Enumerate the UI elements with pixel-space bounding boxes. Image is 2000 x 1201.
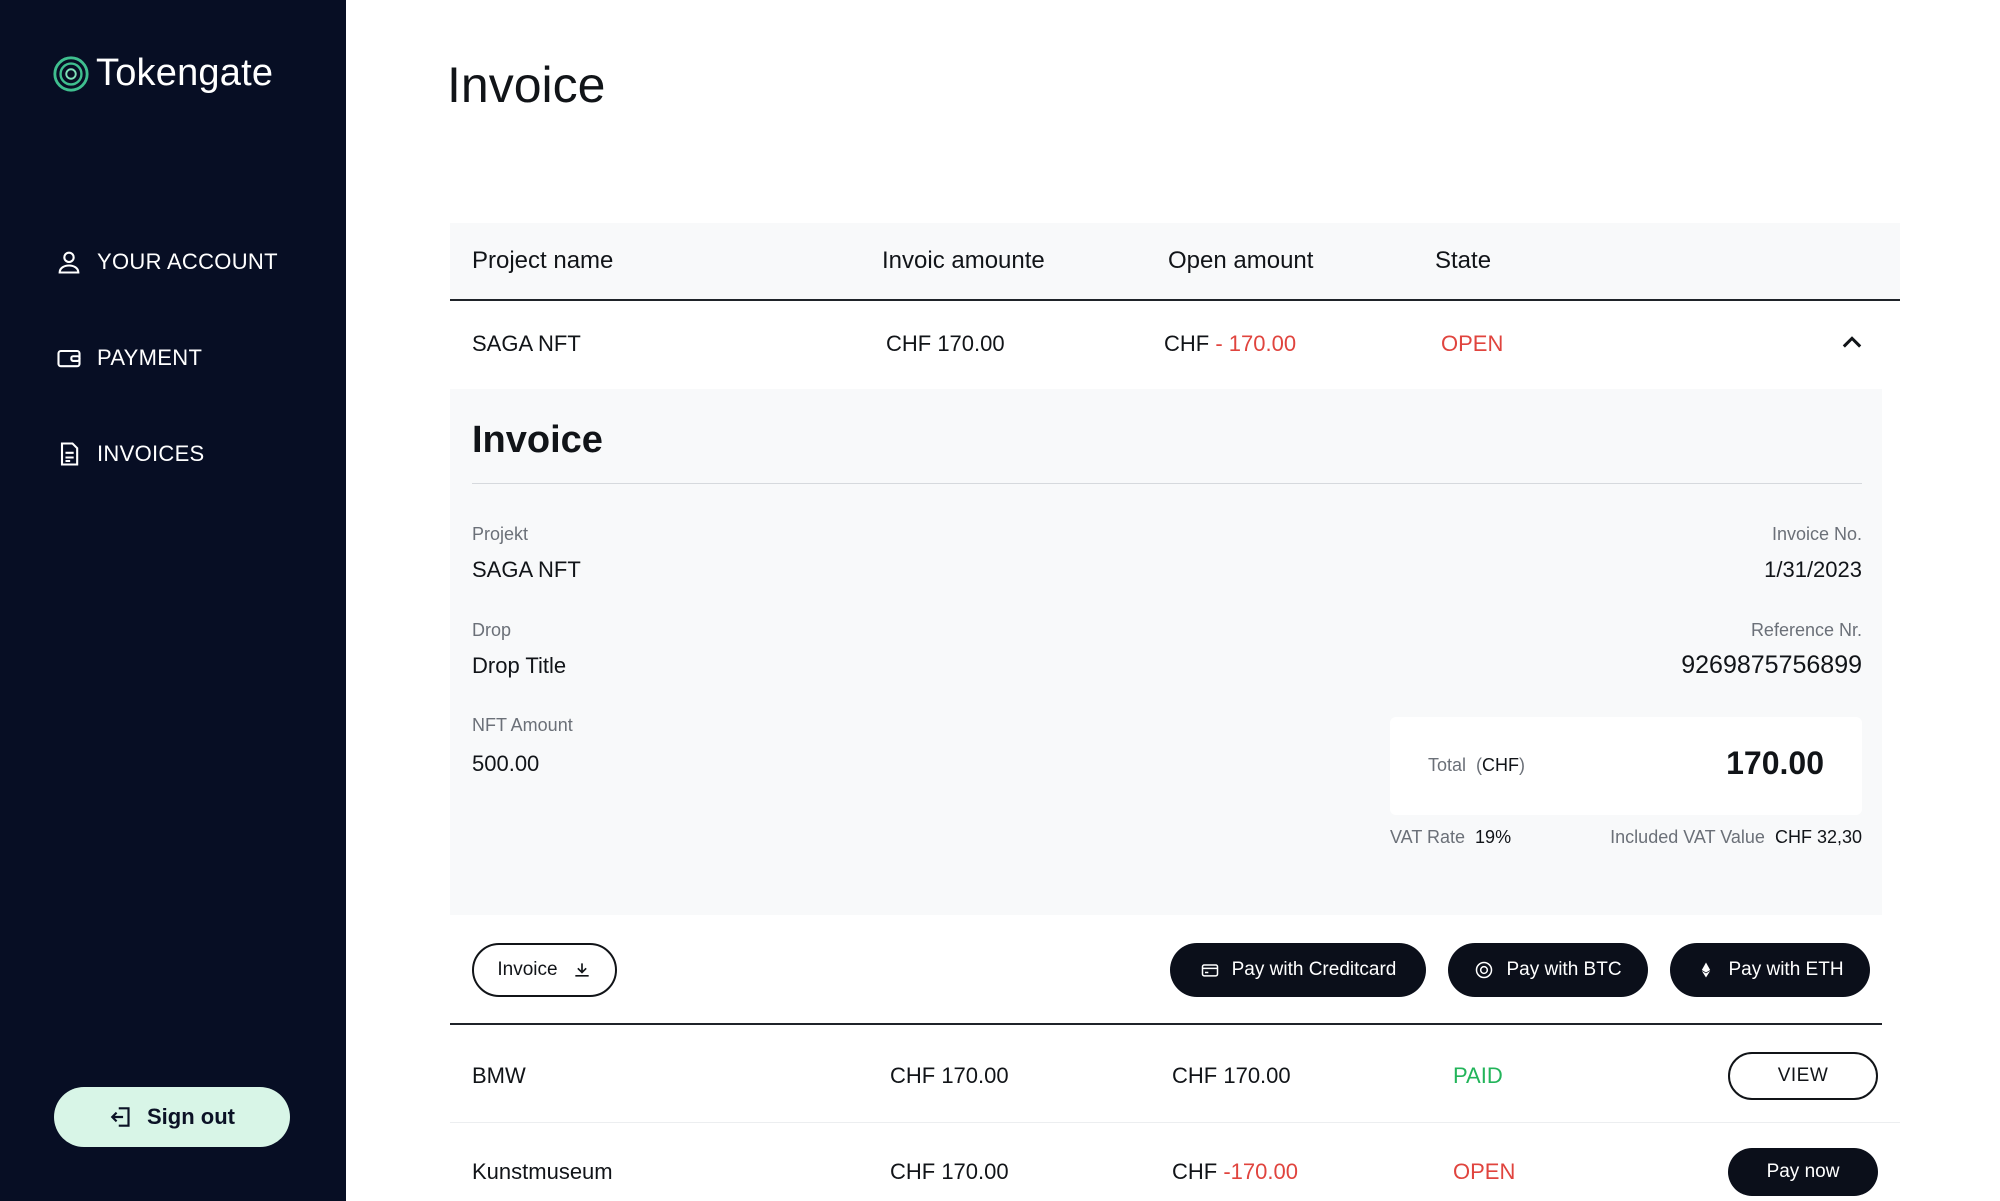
total-value: 170.00 bbox=[1726, 745, 1824, 781]
total-label: Total (CHF) bbox=[1428, 755, 1526, 775]
invoice-amount: CHF 170.00 bbox=[890, 1159, 1009, 1184]
tokengate-logo-icon bbox=[53, 55, 89, 92]
open-amount: CHF 170.00 bbox=[1172, 1063, 1291, 1089]
user-icon bbox=[58, 251, 80, 274]
table-row[interactable]: Kunstmuseum CHF 170.00 CHF -170.00 OPEN … bbox=[450, 1123, 1900, 1201]
vat-rate-label: VAT Rate bbox=[1390, 827, 1466, 847]
sidebar-item-label: YOUR ACCOUNT bbox=[97, 249, 278, 274]
projekt-label: Projekt bbox=[472, 524, 529, 544]
pay-btc-label: Pay with BTC bbox=[1506, 959, 1622, 980]
sign-out-button[interactable]: Sign out bbox=[54, 1087, 290, 1147]
invoice-amount: CHF 170.00 bbox=[890, 1063, 1009, 1088]
pay-now-button[interactable]: Pay now bbox=[1728, 1148, 1878, 1196]
table-header: Project name Invoic amounte Open amount … bbox=[450, 223, 1900, 301]
status-badge: PAID bbox=[1453, 1063, 1503, 1088]
open-amount-value: 170.00 bbox=[1223, 1063, 1291, 1088]
total-currency: CHF bbox=[1482, 755, 1520, 775]
download-icon bbox=[574, 963, 589, 977]
document-icon bbox=[60, 442, 79, 466]
open-amount: CHF - 170.00 bbox=[1164, 331, 1296, 357]
sign-out-label: Sign out bbox=[147, 1104, 235, 1129]
total-label-text: Total bbox=[1428, 755, 1467, 775]
status-badge: OPEN bbox=[1453, 1159, 1516, 1184]
reference-value: 9269875756899 bbox=[1681, 651, 1862, 679]
invoice-actions: Invoice Pay with Creditcard Pay with BTC… bbox=[450, 915, 1882, 1025]
project-name: BMW bbox=[472, 1063, 526, 1088]
credit-card-icon bbox=[1201, 964, 1218, 977]
project-name: Kunstmuseum bbox=[472, 1159, 613, 1184]
column-header-state: State bbox=[1435, 247, 1492, 274]
open-amount-value: - 170.00 bbox=[1215, 331, 1297, 356]
vat-rate: VAT Rate 19% bbox=[1390, 827, 1511, 848]
pay-creditcard-label: Pay with Creditcard bbox=[1231, 959, 1397, 980]
sidebar-item-your-account[interactable]: YOUR ACCOUNT bbox=[55, 248, 278, 276]
brand-logo[interactable]: Tokengate bbox=[52, 52, 273, 95]
nft-amount-label: NFT Amount bbox=[472, 715, 573, 735]
pay-eth-button[interactable]: Pay with ETH bbox=[1670, 943, 1870, 997]
vat-included-label: Included VAT Value bbox=[1610, 827, 1765, 847]
invoice-download-button[interactable]: Invoice bbox=[472, 943, 617, 997]
sidebar-item-label: PAYMENT bbox=[97, 345, 203, 370]
sign-out-icon bbox=[110, 1107, 130, 1127]
pay-creditcard-button[interactable]: Pay with Creditcard bbox=[1170, 943, 1426, 997]
open-amount-value: -170.00 bbox=[1223, 1159, 1298, 1184]
wallet-icon bbox=[57, 349, 81, 368]
brand-name: Tokengate bbox=[96, 52, 274, 94]
sidebar-item-label: INVOICES bbox=[97, 441, 205, 466]
invoice-download-label: Invoice bbox=[497, 959, 558, 980]
column-header-open-amount: Open amount bbox=[1168, 247, 1314, 274]
sidebar: Tokengate YOUR ACCOUNT PAYMENT INVOICES … bbox=[0, 0, 346, 1201]
table-row[interactable]: BMW CHF 170.00 CHF 170.00 PAID VIEW bbox=[450, 1027, 1900, 1123]
drop-label: Drop bbox=[472, 620, 512, 640]
total-box: Total (CHF) 170.00 bbox=[1390, 717, 1862, 815]
projekt-value: SAGA NFT bbox=[472, 557, 581, 582]
open-amount: CHF -170.00 bbox=[1172, 1159, 1298, 1185]
currency-label: CHF bbox=[1164, 331, 1210, 356]
pay-btc-button[interactable]: Pay with BTC bbox=[1448, 943, 1648, 997]
vat-included-value: CHF 32,30 bbox=[1774, 827, 1862, 847]
currency-label: CHF bbox=[1172, 1063, 1218, 1088]
invoice-amount: CHF 170.00 bbox=[886, 331, 1005, 356]
bitcoin-icon bbox=[1476, 961, 1493, 979]
nft-amount-value: 500.00 bbox=[472, 751, 540, 776]
column-header-invoice-amount: Invoic amounte bbox=[882, 247, 1045, 274]
detail-title: Invoice bbox=[472, 419, 603, 461]
pay-eth-label: Pay with ETH bbox=[1728, 959, 1844, 980]
view-button[interactable]: VIEW bbox=[1728, 1052, 1878, 1100]
table-row[interactable]: SAGA NFT CHF 170.00 CHF - 170.00 OPEN bbox=[450, 303, 1900, 389]
vat-rate-value: 19% bbox=[1475, 827, 1512, 847]
invoice-no-label: Invoice No. bbox=[1771, 524, 1862, 544]
invoice-detail-panel: Invoice Projekt SAGA NFT Drop Drop Title… bbox=[450, 389, 1882, 915]
reference-label: Reference Nr. bbox=[1750, 620, 1862, 640]
currency-label: CHF bbox=[1172, 1159, 1218, 1184]
page-title: Invoice bbox=[447, 57, 606, 113]
invoice-no-value: 1/31/2023 bbox=[1764, 557, 1862, 582]
status-badge: OPEN bbox=[1441, 331, 1504, 356]
project-name: SAGA NFT bbox=[472, 331, 581, 356]
divider bbox=[472, 483, 1862, 484]
drop-value: Drop Title bbox=[472, 653, 567, 678]
sidebar-item-invoices[interactable]: INVOICES bbox=[55, 440, 205, 468]
chevron-up-icon[interactable] bbox=[1838, 329, 1866, 357]
sidebar-item-payment[interactable]: PAYMENT bbox=[55, 344, 202, 372]
vat-included: Included VAT Value CHF 32,30 bbox=[1610, 827, 1862, 848]
column-header-project: Project name bbox=[472, 247, 614, 274]
ethereum-icon bbox=[1702, 962, 1711, 978]
